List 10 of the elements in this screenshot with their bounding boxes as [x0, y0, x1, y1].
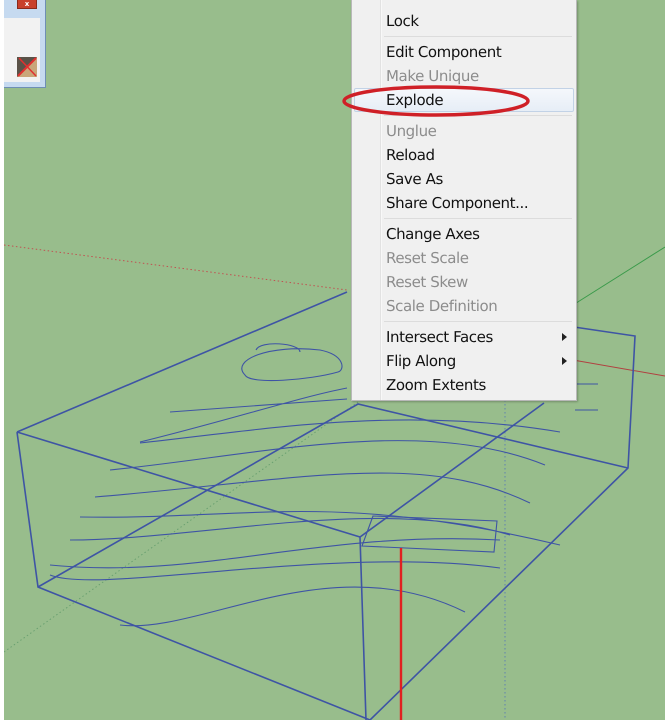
menu-item[interactable]: Edit Component — [354, 40, 574, 64]
menu-item[interactable]: Flip Along — [354, 349, 574, 373]
menu-item[interactable]: Zoom Extents — [354, 373, 574, 397]
menu-item[interactable]: Save As — [354, 167, 574, 191]
menu-item[interactable]: Reload — [354, 143, 574, 167]
menu-item[interactable]: Intersect Faces — [354, 325, 574, 349]
menu-item[interactable]: Change Axes — [354, 222, 574, 246]
menu-item[interactable]: Share Component... — [354, 191, 574, 215]
menu-item[interactable]: Lock — [354, 9, 574, 33]
component-tool-icon[interactable] — [16, 55, 38, 79]
